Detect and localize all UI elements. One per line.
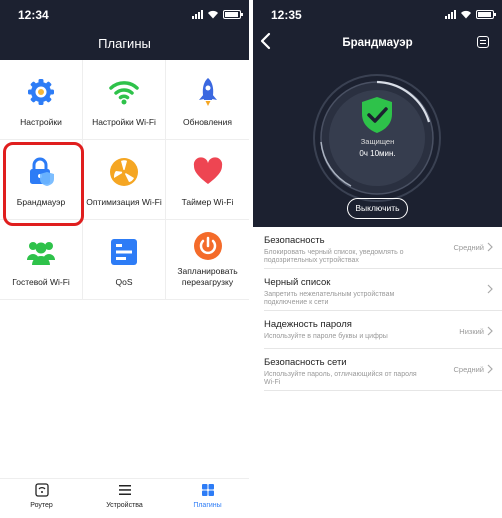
- plugin-settings[interactable]: Настройки: [0, 60, 83, 140]
- wifi-status-icon: [461, 10, 471, 19]
- bottom-nav: Роутер Устройства Плагины: [0, 478, 249, 518]
- chevron-right-icon: [487, 284, 493, 294]
- protection-timer: 0ч 10мин.: [359, 149, 396, 158]
- plugin-label: Таймер Wi-Fi: [181, 197, 234, 207]
- fan-icon: [110, 158, 138, 186]
- protection-status: Защищен: [360, 137, 395, 146]
- nav-plugins[interactable]: Плагины: [166, 479, 249, 518]
- nav-router[interactable]: Роутер: [0, 479, 83, 518]
- page-title: Плагины: [0, 30, 249, 60]
- firewall-screen: 12:35 Брандмауэр Защищен 0ч 10мин. Выклю…: [253, 0, 502, 518]
- nav-devices[interactable]: Устройства: [83, 479, 166, 518]
- nav-label: Роутер: [30, 502, 53, 509]
- power-icon: [193, 232, 222, 260]
- plugin-label: QoS: [115, 277, 133, 287]
- gear-icon: [28, 79, 54, 105]
- status-time: 12:34: [18, 8, 49, 22]
- guests-icon: [27, 242, 55, 265]
- cellular-signal-icon: [192, 10, 203, 19]
- list-item-network-security[interactable]: Безопасность сети Используйте пароль, от…: [264, 349, 502, 391]
- battery-icon: [223, 10, 243, 19]
- firewall-header: 12:35 Брандмауэр Защищен 0ч 10мин. Выклю…: [253, 0, 502, 227]
- item-description: Используйте в пароле буквы и цифры: [264, 333, 388, 340]
- item-title: Черный список: [264, 277, 331, 288]
- plugin-label: Настройки Wi-Fi: [92, 117, 156, 127]
- chevron-right-icon: [487, 364, 493, 374]
- item-value: Низкий: [459, 327, 484, 336]
- plugin-qos[interactable]: QoS: [83, 220, 166, 300]
- plugin-label: Обновления: [183, 117, 232, 127]
- menu-icon[interactable]: [477, 36, 489, 48]
- item-description: Блокировать черный список, уведомлять о …: [264, 249, 404, 264]
- list-item-password-strength[interactable]: Надежность пароля Используйте в пароле б…: [264, 311, 502, 349]
- battery-icon: [476, 10, 496, 19]
- item-title: Безопасность сети: [264, 357, 347, 368]
- qos-icon: [111, 239, 137, 265]
- cellular-signal-icon: [445, 10, 456, 19]
- heart-icon: [193, 157, 222, 184]
- list-icon: [118, 485, 131, 495]
- rocket-icon: [198, 78, 217, 106]
- plugin-wifi-optimization[interactable]: Оптимизация Wi-Fi: [83, 140, 166, 220]
- plugin-guest-wifi[interactable]: Гостевой Wi-Fi: [0, 220, 83, 300]
- plugin-label: Настройки: [20, 117, 62, 127]
- plugin-label: Оптимизация Wi-Fi: [86, 197, 162, 207]
- nav-label: Плагины: [193, 502, 222, 509]
- wifi-icon: [109, 81, 139, 105]
- router-icon: [34, 483, 49, 497]
- chevron-right-icon: [487, 326, 493, 336]
- plugin-label: Запланировать перезагрузку: [177, 266, 238, 287]
- plugin-wifi-timer[interactable]: Таймер Wi-Fi: [166, 140, 249, 220]
- page-title: Брандмауэр: [342, 37, 413, 49]
- firewall-highlight-frame: [3, 142, 84, 226]
- status-time: 12:35: [271, 8, 302, 22]
- nav-label: Устройства: [106, 502, 143, 509]
- item-description: Используйте пароль, отличающийся от паро…: [264, 371, 417, 386]
- list-item-security[interactable]: Безопасность Блокировать черный список, …: [264, 227, 502, 269]
- shield-check-icon: [362, 97, 392, 133]
- item-value: Средний: [453, 243, 485, 252]
- turn-off-button[interactable]: Выключить: [347, 198, 408, 219]
- item-value: Средний: [453, 365, 485, 374]
- grid-icon: [201, 484, 214, 496]
- item-description: Запретить нежелательным устройствам подк…: [264, 291, 395, 306]
- plugin-updates[interactable]: Обновления: [166, 60, 249, 140]
- status-bar: 12:35: [253, 0, 502, 30]
- settings-list: Безопасность Блокировать черный список, …: [264, 227, 502, 391]
- chevron-right-icon: [487, 242, 493, 252]
- plugin-scheduled-reboot[interactable]: Запланировать перезагрузку: [166, 220, 249, 300]
- list-item-blacklist[interactable]: Черный список Запретить нежелательным ус…: [264, 269, 502, 311]
- plugins-screen: 12:34 Плагины Настройки Настройки Wi-Fi …: [0, 0, 249, 518]
- plugin-wifi-settings[interactable]: Настройки Wi-Fi: [83, 60, 166, 140]
- item-title: Безопасность: [264, 235, 325, 246]
- status-bar: 12:34: [0, 0, 249, 30]
- plugin-label: Гостевой Wi-Fi: [12, 277, 70, 287]
- item-title: Надежность пароля: [264, 319, 352, 330]
- wifi-status-icon: [208, 10, 218, 19]
